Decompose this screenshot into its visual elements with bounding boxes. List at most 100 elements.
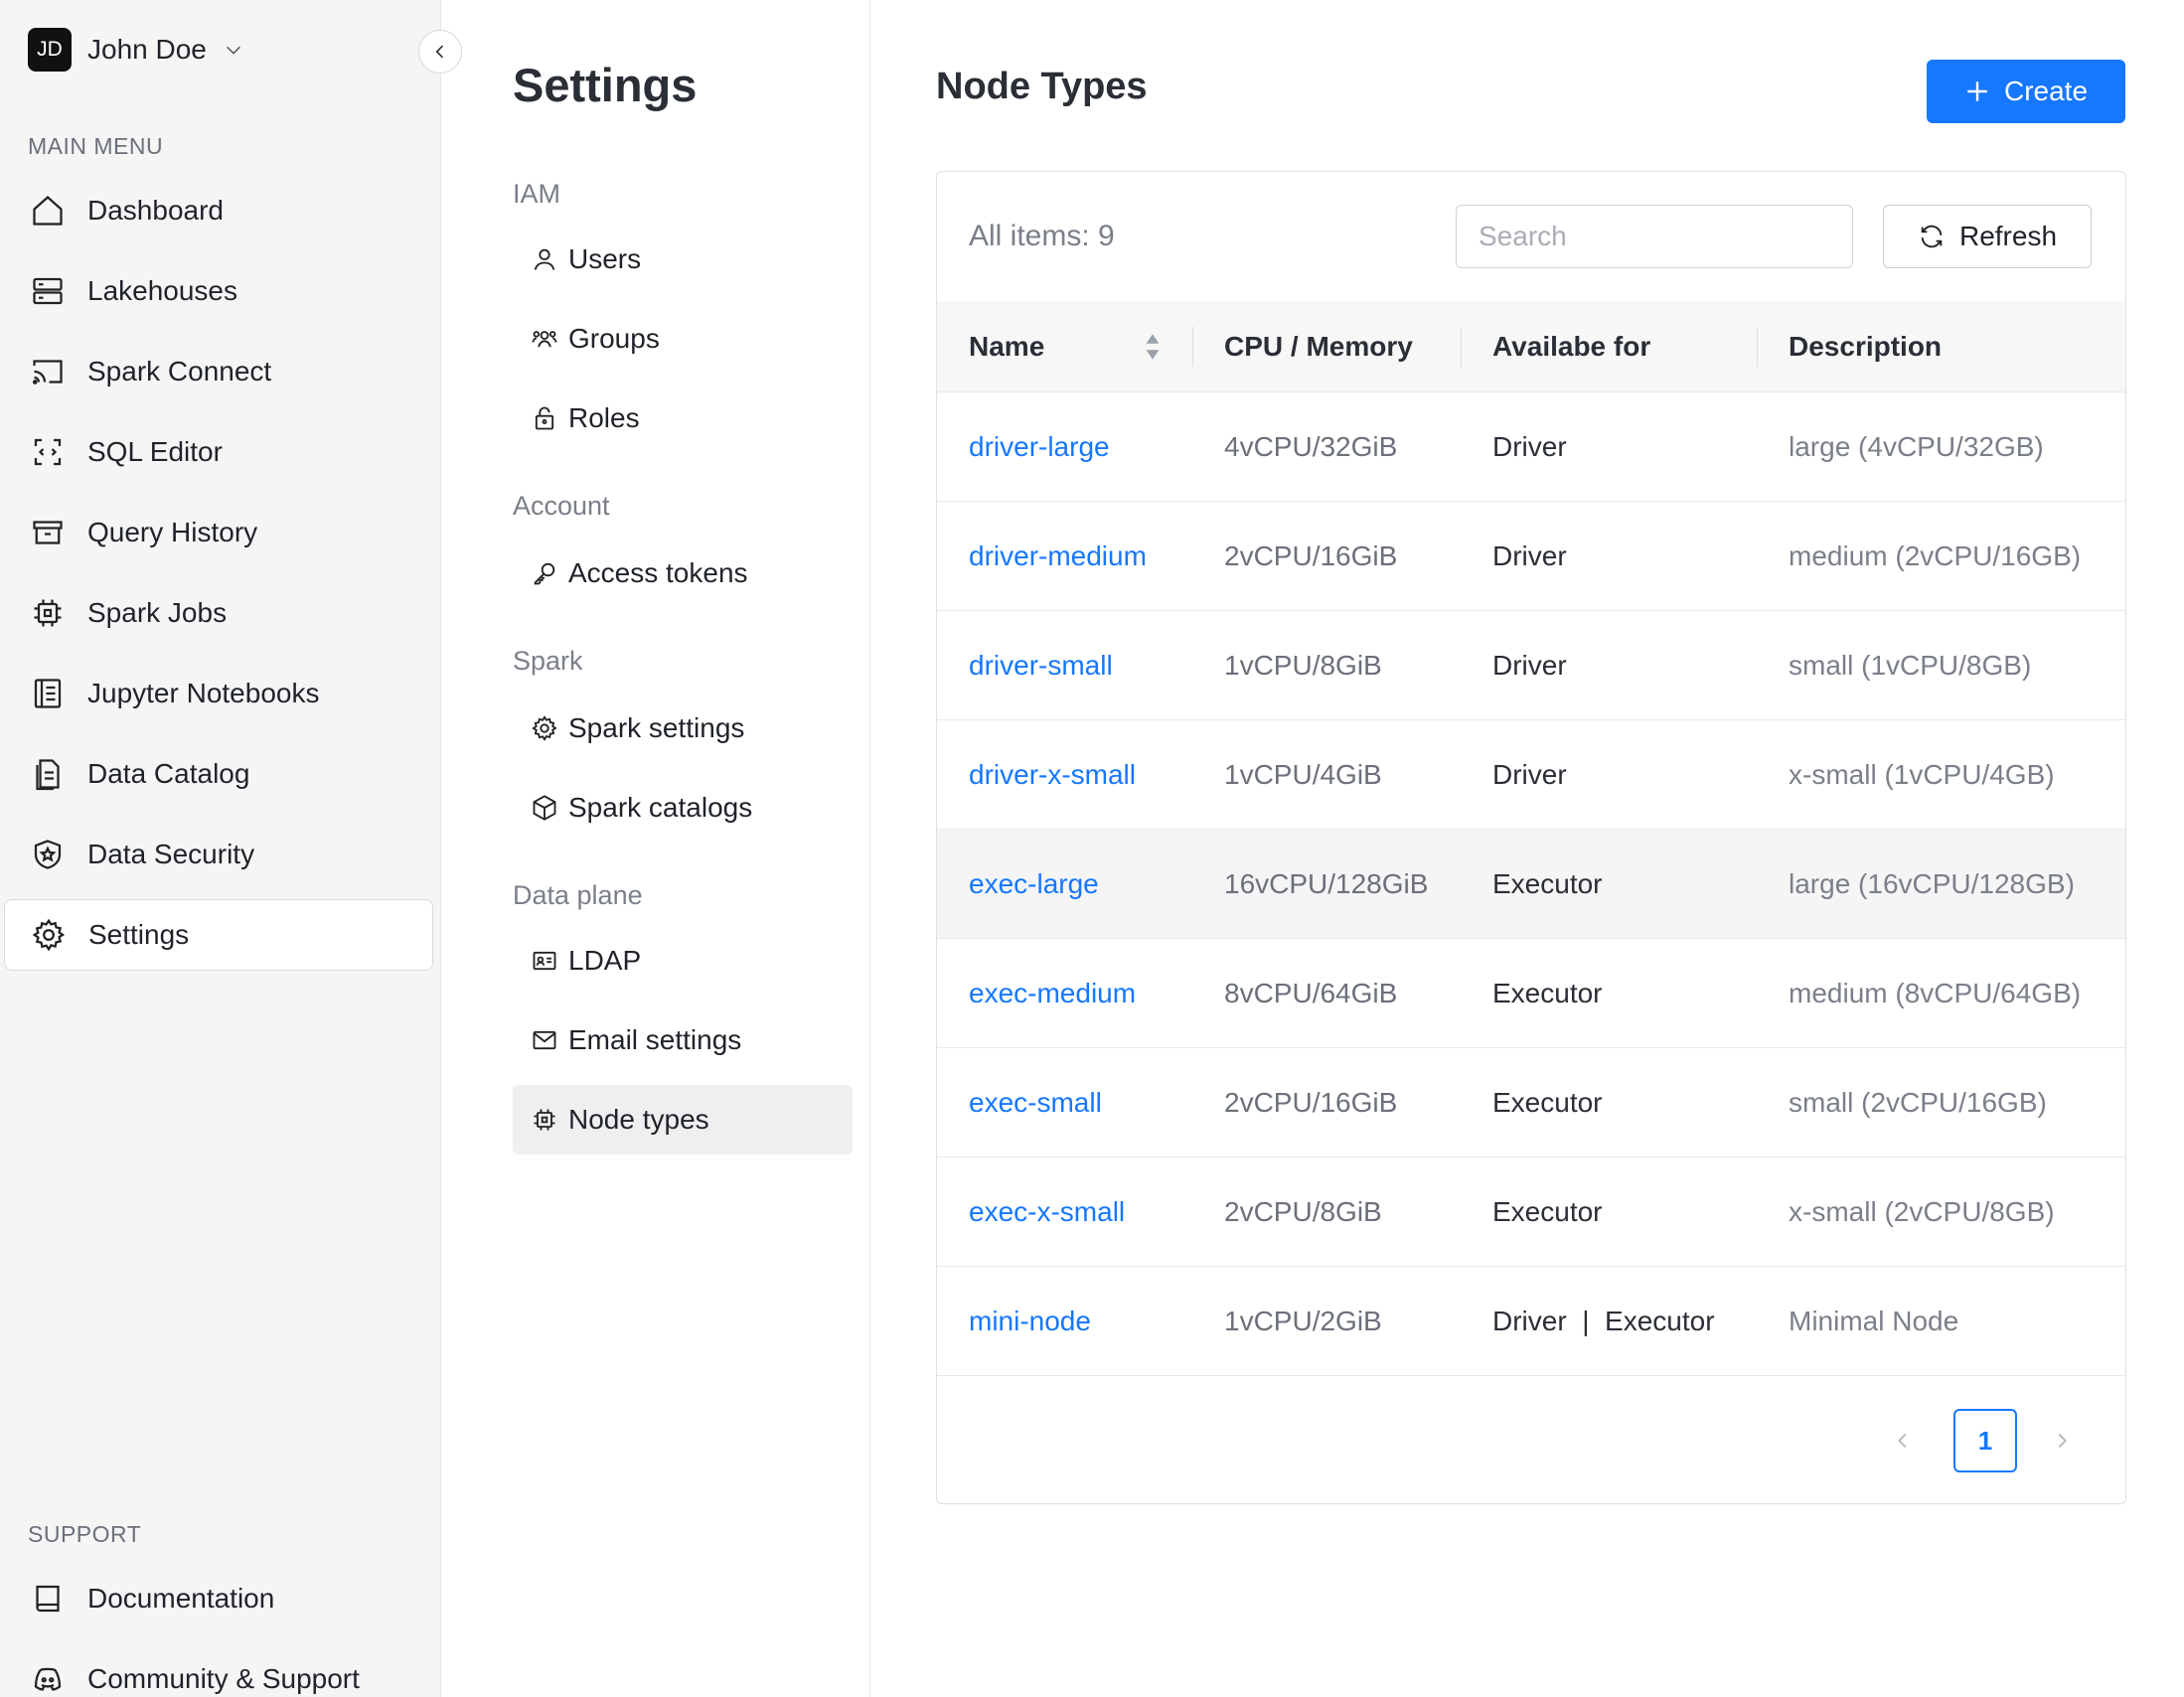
description-cell: medium (8vCPU/64GB) bbox=[1789, 978, 2082, 1008]
cpu-memory-cell: 2vCPU/16GiB bbox=[1224, 1087, 1398, 1118]
settings-item-label: Roles bbox=[568, 402, 640, 433]
settings-item-label: Spark settings bbox=[568, 712, 745, 743]
available-for-cell: Executor bbox=[1492, 978, 1603, 1008]
settings-panel: Settings IAM Users Groups Roles Account … bbox=[441, 0, 870, 1697]
sidebar-item-data-security[interactable]: Data Security bbox=[4, 819, 433, 890]
main-sidebar: JD John Doe MAIN MENU Dashboard Lakehous… bbox=[0, 0, 441, 1697]
sidebar-item-label: SQL Editor bbox=[87, 436, 223, 467]
sidebar-item-label: Query History bbox=[87, 517, 258, 547]
shield-icon bbox=[30, 837, 66, 872]
home-icon bbox=[30, 193, 66, 229]
available-for-cell: Executor bbox=[1492, 1087, 1603, 1118]
key-icon bbox=[531, 559, 558, 587]
main-menu-label: MAIN MENU bbox=[28, 133, 164, 159]
table-row-hovered: exec-large 16vCPU/128GiB Executor large … bbox=[937, 830, 2125, 939]
sidebar-item-documentation[interactable]: Documentation bbox=[4, 1563, 433, 1634]
search-input[interactable] bbox=[1456, 205, 1853, 268]
description-cell: small (2vCPU/16GB) bbox=[1789, 1087, 2047, 1118]
discord-icon bbox=[30, 1661, 66, 1697]
node-types-card: All items: 9 Refresh Name CPU / Memory A… bbox=[936, 171, 2126, 1504]
chip-icon bbox=[30, 595, 66, 631]
settings-item-access-tokens[interactable]: Access tokens bbox=[513, 539, 853, 608]
sidebar-item-label: Jupyter Notebooks bbox=[87, 678, 320, 708]
table-row: driver-x-small 1vCPU/4GiB Driver x-small… bbox=[937, 720, 2125, 830]
catalog-icon bbox=[30, 756, 66, 792]
cpu-memory-cell: 1vCPU/8GiB bbox=[1224, 650, 1382, 681]
column-header-name[interactable]: Name bbox=[969, 301, 1044, 392]
refresh-icon bbox=[1921, 225, 1943, 248]
settings-item-label: LDAP bbox=[568, 945, 642, 976]
table-row: driver-medium 2vCPU/16GiB Driver medium … bbox=[937, 502, 2125, 611]
node-name-link[interactable]: driver-large bbox=[969, 392, 1110, 502]
cast-icon bbox=[30, 354, 66, 389]
settings-item-spark-settings[interactable]: Spark settings bbox=[513, 694, 853, 763]
settings-item-roles[interactable]: Roles bbox=[513, 384, 853, 453]
settings-item-email-settings[interactable]: Email settings bbox=[513, 1005, 853, 1075]
settings-item-node-types[interactable]: Node types bbox=[513, 1085, 853, 1155]
node-name-link[interactable]: mini-node bbox=[969, 1267, 1091, 1376]
settings-item-groups[interactable]: Groups bbox=[513, 304, 853, 374]
sidebar-item-lakehouses[interactable]: Lakehouses bbox=[4, 255, 433, 327]
sidebar-item-label: Spark Jobs bbox=[87, 597, 228, 628]
sidebar-item-label: Settings bbox=[88, 919, 190, 950]
sidebar-item-jupyter-notebooks[interactable]: Jupyter Notebooks bbox=[4, 658, 433, 729]
sidebar-item-community-support[interactable]: Community & Support bbox=[4, 1643, 433, 1697]
pagination-prev-button[interactable] bbox=[1883, 1421, 1923, 1461]
available-for-cell: Driver bbox=[1492, 431, 1567, 462]
node-name-link[interactable]: exec-large bbox=[969, 830, 1099, 939]
cpu-memory-cell: 2vCPU/16GiB bbox=[1224, 540, 1398, 571]
chevron-left-icon bbox=[435, 45, 444, 59]
cpu-memory-cell: 2vCPU/8GiB bbox=[1224, 1196, 1382, 1227]
sidebar-item-sql-editor[interactable]: SQL Editor bbox=[4, 416, 433, 488]
chevron-down-icon bbox=[226, 46, 240, 55]
settings-item-label: Node types bbox=[568, 1104, 709, 1135]
sidebar-item-settings[interactable]: Settings bbox=[4, 899, 433, 971]
node-name-link[interactable]: exec-x-small bbox=[969, 1157, 1125, 1267]
settings-title: Settings bbox=[513, 59, 698, 111]
gear-icon bbox=[531, 714, 558, 742]
description-cell: Minimal Node bbox=[1789, 1306, 1959, 1336]
refresh-button-label: Refresh bbox=[1958, 221, 2058, 251]
settings-item-label: Email settings bbox=[568, 1024, 742, 1055]
support-label: SUPPORT bbox=[28, 1521, 142, 1547]
refresh-button[interactable]: Refresh bbox=[1883, 205, 2092, 268]
column-divider bbox=[1192, 327, 1193, 367]
user-menu[interactable]: JD John Doe bbox=[28, 28, 244, 72]
server-icon bbox=[30, 273, 66, 309]
cpu-memory-cell: 1vCPU/2GiB bbox=[1224, 1306, 1382, 1336]
sidebar-item-spark-connect[interactable]: Spark Connect bbox=[4, 336, 433, 407]
collapse-sidebar-button[interactable] bbox=[418, 30, 462, 74]
sidebar-item-dashboard[interactable]: Dashboard bbox=[4, 175, 433, 246]
sidebar-item-data-catalog[interactable]: Data Catalog bbox=[4, 738, 433, 810]
settings-item-ldap[interactable]: LDAP bbox=[513, 926, 853, 996]
available-for-cell: Executor bbox=[1492, 868, 1603, 899]
settings-item-users[interactable]: Users bbox=[513, 225, 853, 294]
cpu-memory-cell: 16vCPU/128GiB bbox=[1224, 868, 1429, 899]
column-divider bbox=[1757, 327, 1758, 367]
node-name-link[interactable]: driver-small bbox=[969, 611, 1113, 720]
notebook-icon bbox=[30, 676, 66, 711]
settings-item-label: Spark catalogs bbox=[568, 792, 753, 823]
description-cell: small (1vCPU/8GB) bbox=[1789, 650, 2032, 681]
sidebar-item-label: Data Security bbox=[87, 839, 255, 869]
node-name-link[interactable]: driver-medium bbox=[969, 502, 1147, 611]
mail-icon bbox=[531, 1026, 558, 1054]
node-name-link[interactable]: driver-x-small bbox=[969, 720, 1136, 830]
settings-item-label: Users bbox=[568, 243, 642, 274]
lock-icon bbox=[531, 404, 558, 432]
sidebar-item-query-history[interactable]: Query History bbox=[4, 497, 433, 568]
pagination-page-1[interactable]: 1 bbox=[1953, 1409, 2017, 1472]
sidebar-item-spark-jobs[interactable]: Spark Jobs bbox=[4, 577, 433, 649]
pagination-next-button[interactable] bbox=[2042, 1421, 2082, 1461]
node-name-link[interactable]: exec-medium bbox=[969, 939, 1136, 1048]
column-header-cpu-memory: CPU / Memory bbox=[1224, 331, 1413, 362]
sort-icon[interactable] bbox=[1142, 331, 1164, 363]
plus-icon bbox=[1967, 81, 1987, 101]
settings-group-spark: Spark bbox=[513, 646, 583, 676]
page-title: Node Types bbox=[936, 66, 1148, 107]
settings-item-spark-catalogs[interactable]: Spark catalogs bbox=[513, 773, 853, 843]
chevron-right-icon bbox=[2058, 1433, 2067, 1449]
all-items-count: All items: 9 bbox=[969, 220, 1115, 252]
node-name-link[interactable]: exec-small bbox=[969, 1048, 1102, 1157]
create-button[interactable]: Create bbox=[1927, 60, 2125, 123]
